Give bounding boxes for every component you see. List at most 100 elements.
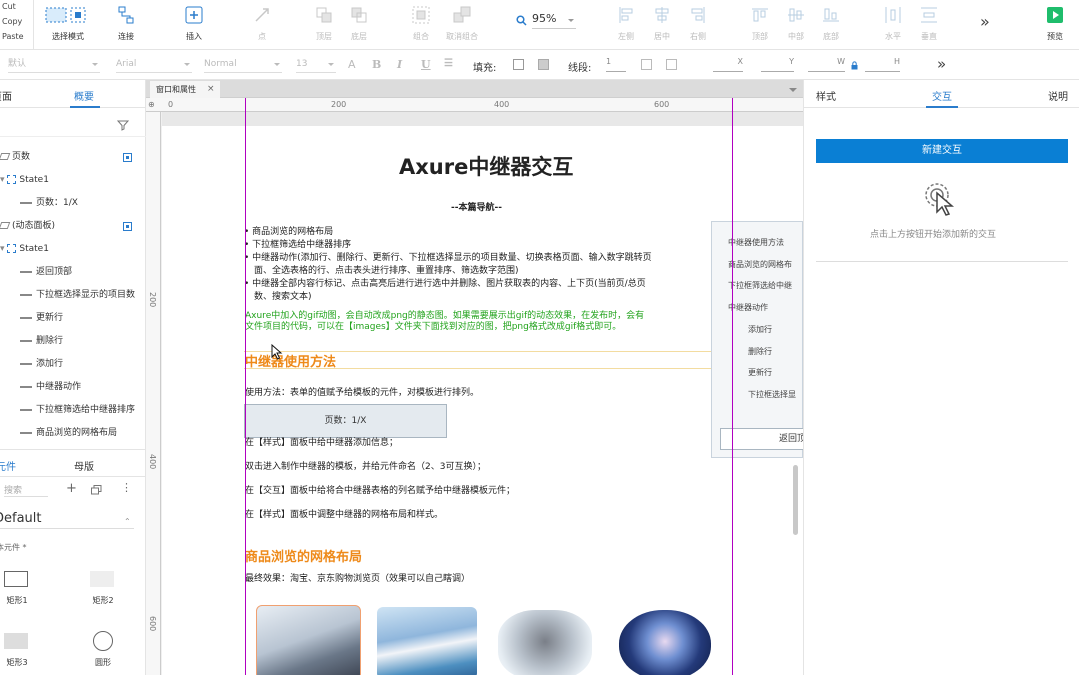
expand-caret-icon[interactable]: ▾ <box>0 244 7 254</box>
product-image[interactable] <box>619 610 711 675</box>
side-menu-item[interactable]: 添加行 <box>748 324 772 335</box>
text-color-icon[interactable]: A <box>348 58 356 71</box>
align-center-button[interactable]: 居中 <box>642 6 682 46</box>
outline-row[interactable]: ▾ State1 <box>0 238 146 261</box>
floating-side-menu[interactable]: 中继器使用方法 商品浏览的网格布 下拉框筛选给中继 中继器动作 添加行 删除行 更新行 下拉框… <box>711 221 810 458</box>
font-family-select[interactable]: Arial <box>116 57 192 73</box>
group-button[interactable]: 组合 <box>401 6 441 46</box>
outline-row[interactable]: ▾ State1 <box>0 169 146 192</box>
italic-icon[interactable]: I <box>397 58 402 71</box>
outline-row[interactable]: 删除行 <box>0 330 146 353</box>
canvas-vertical-scrollbar[interactable] <box>793 465 798 535</box>
copy-icon[interactable] <box>91 485 102 495</box>
connect-button[interactable]: 连接 <box>106 6 146 46</box>
step-3-text[interactable]: 在【交互】面板中给将合中继器表格的列名赋予给中继器模板元件； <box>245 483 515 496</box>
back-to-top-button[interactable]: 返回顶 <box>720 428 810 450</box>
side-menu-item[interactable]: 更新行 <box>748 367 772 378</box>
tab-outline[interactable]: 概要 <box>74 88 94 103</box>
y-input[interactable]: Y <box>761 57 794 72</box>
list-icon[interactable]: ☰ <box>444 58 453 69</box>
outline-row[interactable]: (动态面板) <box>0 215 146 238</box>
expand-caret-icon[interactable]: ▾ <box>0 175 7 185</box>
align-bottom-button[interactable]: 底部 <box>811 6 851 46</box>
step-1-text[interactable]: 在【样式】面板中给中继器添加信息； <box>245 435 398 448</box>
tab-widgets[interactable]: 元件 <box>0 458 16 473</box>
zoom-control[interactable]: 95% <box>516 12 580 30</box>
side-menu-item[interactable]: 中继器动作 <box>728 302 768 313</box>
tab-notes[interactable]: 说明 <box>1048 88 1068 103</box>
outline-row[interactable]: 更新行 <box>0 307 146 330</box>
h-input[interactable]: H <box>865 57 900 72</box>
tab-style[interactable]: 样式 <box>816 88 836 103</box>
section-heading-usage[interactable]: 中继器使用方法 <box>245 351 336 370</box>
gif-note-line-2[interactable]: 文件项目的代码，可以在【images】文件夹下面找到对应的图，把png格式改成g… <box>245 319 621 332</box>
outline-row[interactable]: 下拉框选择显示的项目数 <box>0 284 146 307</box>
new-interaction-button[interactable]: 新建交互 <box>816 139 1068 163</box>
font-weight-select[interactable]: Normal <box>204 57 282 73</box>
outline-row[interactable]: 返回顶部 <box>0 261 146 284</box>
widget-rectangle-1[interactable]: 矩形1 <box>4 571 30 606</box>
top-layer-button[interactable]: 顶层 <box>304 6 344 46</box>
widget-rectangle-2[interactable]: 矩形2 <box>90 571 116 606</box>
widget-search-input[interactable]: 搜索 <box>4 483 48 497</box>
side-menu-item[interactable]: 下拉框筛选给中继 <box>728 280 792 291</box>
step-2-text[interactable]: 双击进入制作中继器的模板，并给元件命名（2、3可互换）； <box>245 459 486 472</box>
outline-row[interactable]: 中继器动作 <box>0 376 146 399</box>
point-button[interactable]: 点 <box>242 6 282 46</box>
font-size-select[interactable]: 13 <box>296 57 336 73</box>
format-more-button[interactable]: » <box>937 55 946 73</box>
widget-rectangle-3[interactable]: 矩形3 <box>4 633 30 668</box>
bottom-layer-button[interactable]: 底层 <box>339 6 379 46</box>
underline-icon[interactable]: U <box>421 58 431 71</box>
outline-row[interactable]: 页数 <box>0 146 146 169</box>
nav-bullet-list[interactable]: • 商品浏览的网格布局 • 下拉框筛选给中继器排序 • 中继器动作(添加行、删除… <box>244 224 714 302</box>
x-input[interactable]: X <box>713 57 743 72</box>
page-title[interactable]: Axure中继器交互 <box>399 151 573 181</box>
product-image[interactable] <box>498 610 592 675</box>
preview-button[interactable]: 预览 <box>1035 6 1075 46</box>
add-library-icon[interactable]: + <box>66 481 77 496</box>
widget-circle[interactable]: 圆形 <box>90 631 116 668</box>
page-counter-box[interactable]: 页数：1/X <box>244 404 447 438</box>
insert-button[interactable]: 插入 <box>174 6 214 46</box>
stroke-width-input[interactable]: 1 <box>606 57 626 72</box>
bold-icon[interactable]: B <box>372 58 381 71</box>
align-left-button[interactable]: 左侧 <box>606 6 646 46</box>
usage-text[interactable]: 使用方法：表单的值赋予给模板的元件，对模板进行排列。 <box>245 385 479 398</box>
distribute-horizontal-button[interactable]: 水平 <box>873 6 913 46</box>
fill-color-swatch[interactable] <box>513 59 524 70</box>
align-middle-button[interactable]: 中部 <box>776 6 816 46</box>
section-heading-grid[interactable]: 商品浏览的网格布局 <box>245 546 362 565</box>
paste-item[interactable]: Paste <box>0 30 33 45</box>
style-select[interactable]: 默认 <box>8 57 100 73</box>
close-icon[interactable]: × <box>207 81 215 98</box>
product-image[interactable] <box>377 607 477 675</box>
filter-icon[interactable] <box>117 119 129 131</box>
outline-row[interactable]: 下拉框筛选给中继器排序 <box>0 399 146 422</box>
outline-row[interactable]: 商品浏览的网格布局 <box>0 422 146 445</box>
more-vertical-icon[interactable]: ⋮ <box>121 481 132 494</box>
align-top-button[interactable]: 顶部 <box>740 6 780 46</box>
distribute-vertical-button[interactable]: 垂直 <box>909 6 949 46</box>
toolbar-more-button[interactable]: » <box>980 12 990 31</box>
lock-icon[interactable] <box>851 61 858 70</box>
outline-row[interactable]: 添加行 <box>0 353 146 376</box>
library-select[interactable]: Default <box>0 511 134 529</box>
stroke-style-swatch[interactable] <box>666 59 677 70</box>
side-menu-item[interactable]: 下拉框选择显 <box>748 389 796 400</box>
copy-item[interactable]: Copy <box>0 15 33 30</box>
align-right-button[interactable]: 右侧 <box>678 6 718 46</box>
w-input[interactable]: W <box>808 57 845 72</box>
tab-pages[interactable]: 页面 <box>0 88 12 103</box>
fill-pattern-swatch[interactable] <box>538 59 549 70</box>
document-tab[interactable]: 窗口和属性 × <box>150 81 220 98</box>
tab-interactions[interactable]: 交互 <box>932 88 952 103</box>
final-effect-text[interactable]: 最终效果：淘宝、京东购物浏览页（效果可以自己瞎调） <box>245 571 470 584</box>
ungroup-button[interactable]: 取消组合 <box>442 6 482 46</box>
tab-masters[interactable]: 母版 <box>74 458 94 473</box>
tabs-dropdown-icon[interactable] <box>789 88 797 96</box>
select-mode-button[interactable]: 选择模式 <box>40 6 96 46</box>
side-menu-item[interactable]: 中继器使用方法 <box>728 237 784 248</box>
stroke-color-swatch[interactable] <box>641 59 652 70</box>
side-menu-item[interactable]: 商品浏览的网格布 <box>728 259 792 270</box>
